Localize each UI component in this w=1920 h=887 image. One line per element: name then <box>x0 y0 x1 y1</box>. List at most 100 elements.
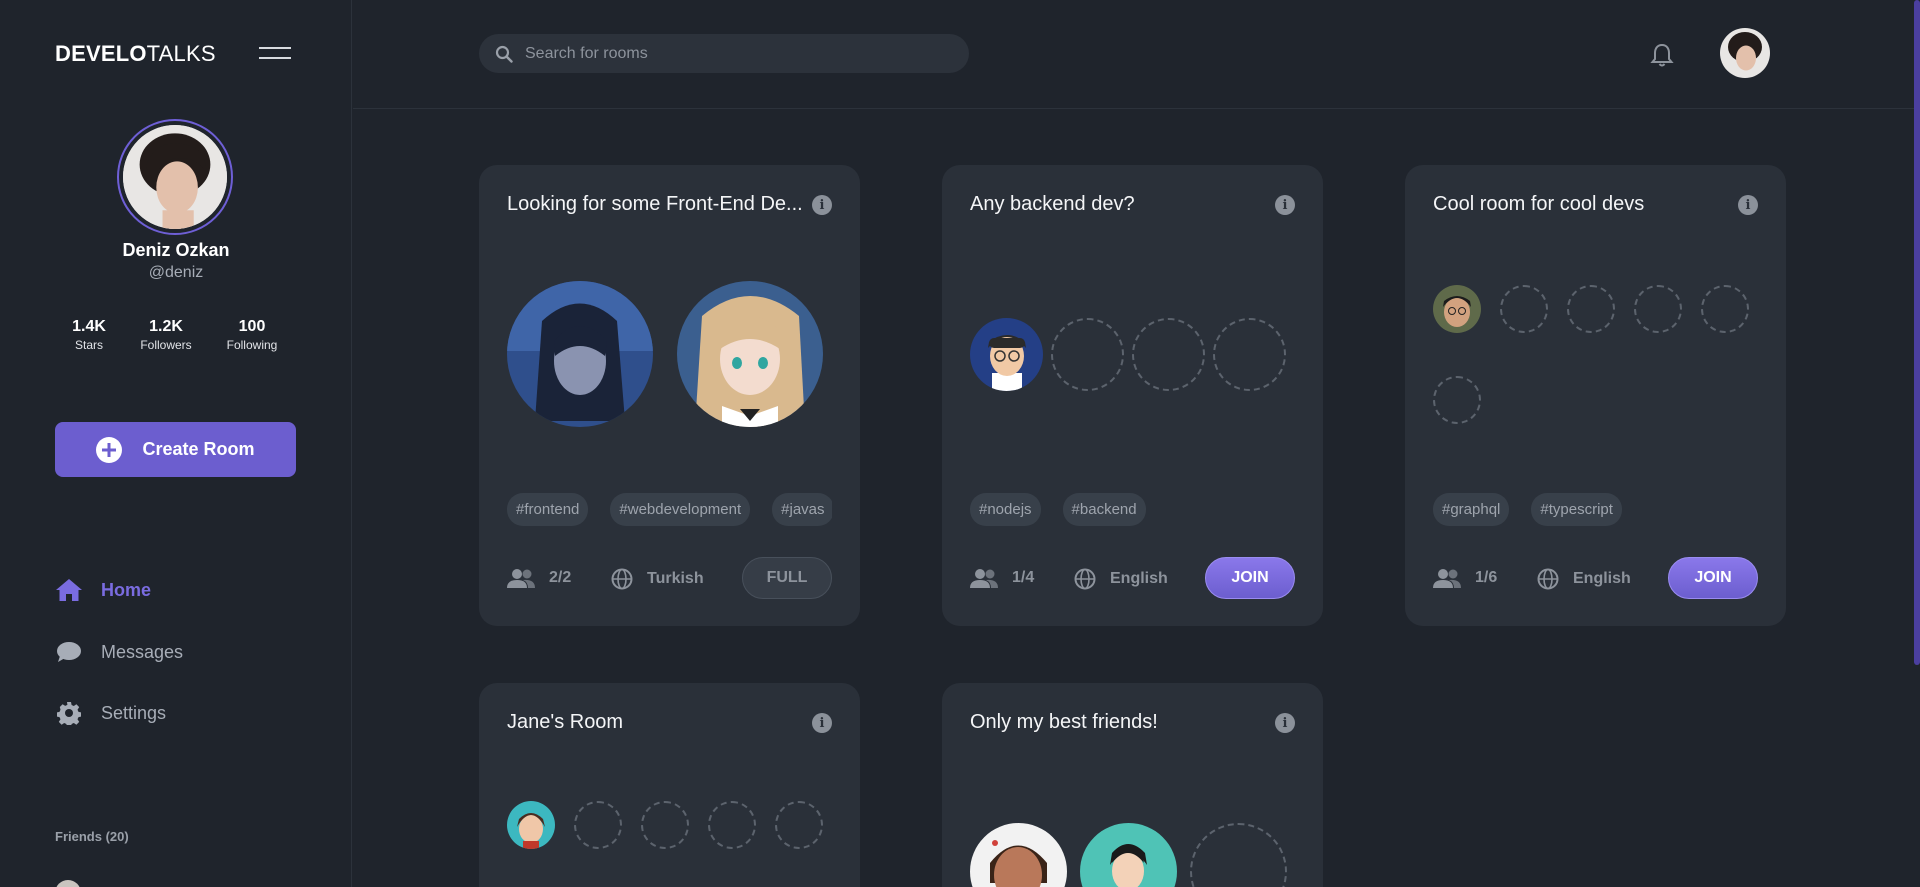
nav-item-settings[interactable]: Settings <box>55 700 166 726</box>
profile-handle: @deniz <box>148 264 204 281</box>
globe-icon <box>1537 568 1559 590</box>
member-photo <box>970 823 1067 887</box>
profile-name: Deniz Ozkan <box>122 240 230 260</box>
room-full-button[interactable]: FULL <box>742 557 832 599</box>
count-text: 2/2 <box>549 569 572 586</box>
empty-seat <box>1213 318 1286 391</box>
user-photo <box>1720 28 1770 78</box>
room-footer: 1/6 English JOIN <box>1433 557 1758 599</box>
create-room-button[interactable]: Create Room <box>55 422 296 477</box>
join-room-button[interactable]: JOIN <box>1668 557 1758 599</box>
member-avatar[interactable] <box>1080 823 1177 887</box>
member-avatar[interactable] <box>970 318 1043 391</box>
tag-chip[interactable]: #frontend <box>507 493 589 526</box>
room-title: Cool room for cool devs <box>1433 193 1645 215</box>
room-language: English <box>1537 568 1631 590</box>
hamburger-menu-icon[interactable] <box>259 47 293 61</box>
profile-avatar[interactable] <box>117 119 233 235</box>
member-photo <box>1433 285 1481 333</box>
friends-section-label: Friends (20) <box>55 829 129 844</box>
users-icon <box>970 569 998 588</box>
stat-following[interactable]: 100 Following <box>212 318 292 352</box>
count-text: 1/4 <box>1012 569 1035 586</box>
search-icon <box>495 45 513 63</box>
logo-light-text: TALKS <box>146 41 216 66</box>
tag-chip[interactable]: #typescript <box>1531 493 1622 526</box>
logo-bold-text: DEVELO <box>55 41 147 66</box>
stat-followers[interactable]: 1.2K Followers <box>126 318 206 352</box>
room-card[interactable]: Any backend dev? i #nodejs #backend 1/4 … <box>942 165 1323 626</box>
member-avatar[interactable] <box>677 281 823 427</box>
language-text: Turkish <box>647 570 704 587</box>
plus-icon <box>96 436 123 463</box>
nav-label: Settings <box>101 702 167 723</box>
info-icon[interactable]: i <box>1275 195 1295 215</box>
info-icon[interactable]: i <box>1275 713 1295 733</box>
search-bar[interactable] <box>479 34 969 73</box>
nav-label: Messages <box>101 641 184 662</box>
scrollbar-thumb[interactable] <box>1914 0 1920 665</box>
member-avatar[interactable] <box>507 801 555 849</box>
room-card[interactable]: Looking for some Front-End De... i #fron… <box>479 165 860 626</box>
header-user-avatar[interactable] <box>1720 28 1770 78</box>
tag-chip[interactable]: #javas <box>772 493 832 526</box>
tag-chip[interactable]: #nodejs <box>970 493 1041 526</box>
users-icon <box>1433 569 1461 588</box>
search-input[interactable] <box>525 44 945 63</box>
tag-chip[interactable]: #backend <box>1062 493 1146 526</box>
empty-seat <box>1190 823 1287 887</box>
room-tags: #graphql #typescript <box>1433 493 1758 526</box>
join-room-button[interactable]: JOIN <box>1205 557 1295 599</box>
room-tags: #frontend #webdevelopment #javas <box>507 493 832 526</box>
member-photo <box>507 801 555 849</box>
empty-seat <box>641 801 689 849</box>
nav-item-home[interactable]: Home <box>55 577 151 603</box>
tag-chip[interactable]: #webdevelopment <box>610 493 751 526</box>
member-avatar[interactable] <box>970 823 1067 887</box>
info-icon[interactable]: i <box>1738 195 1758 215</box>
room-language: English <box>1074 568 1168 590</box>
stat-label: Followers <box>140 338 192 352</box>
room-title: Any backend dev? <box>970 193 1135 215</box>
nav-item-messages[interactable]: Messages <box>55 639 183 665</box>
home-icon <box>55 577 83 603</box>
language-text: English <box>1573 570 1631 587</box>
empty-seat <box>1567 285 1615 333</box>
tag-chip[interactable]: #graphql <box>1433 493 1510 526</box>
member-avatar[interactable] <box>1433 285 1481 333</box>
empty-seat <box>574 801 622 849</box>
globe-icon <box>1074 568 1096 590</box>
stat-label: Following <box>226 338 278 352</box>
empty-seat <box>1051 318 1124 391</box>
room-title: Only my best friends! <box>970 711 1158 733</box>
nav-label: Home <box>101 579 152 600</box>
stat-stars[interactable]: 1.4K Stars <box>49 318 129 352</box>
participant-count: 1/4 <box>970 568 1034 588</box>
empty-seat <box>1433 376 1481 424</box>
member-photo <box>1080 823 1177 887</box>
room-footer: 2/2 Turkish FULL <box>507 557 832 599</box>
room-title: Looking for some Front-End De... <box>507 193 803 215</box>
stat-value: 1.2K <box>149 318 183 335</box>
room-footer: 1/4 English JOIN <box>970 557 1295 599</box>
bell-icon[interactable] <box>1648 41 1676 69</box>
member-avatar[interactable] <box>507 281 653 427</box>
room-card[interactable]: Jane's Room i <box>479 683 860 887</box>
info-icon[interactable]: i <box>812 713 832 733</box>
room-card[interactable]: Cool room for cool devs i #graphql #type… <box>1405 165 1786 626</box>
header-divider <box>353 108 1920 109</box>
stat-label: Stars <box>74 338 103 352</box>
empty-seat <box>1634 285 1682 333</box>
users-icon <box>507 569 535 588</box>
info-icon[interactable]: i <box>812 195 832 215</box>
member-photo <box>507 281 653 427</box>
friend-avatar[interactable] <box>55 880 81 887</box>
room-tags: #nodejs #backend <box>970 493 1295 526</box>
chat-bubble-icon <box>55 639 83 665</box>
stat-value: 1.4K <box>72 318 106 335</box>
room-card[interactable]: Only my best friends! i <box>942 683 1323 887</box>
participant-count: 2/2 <box>507 568 571 588</box>
app-logo[interactable]: DEVELOTALKS <box>55 41 216 67</box>
globe-icon <box>611 568 633 590</box>
language-text: English <box>1110 570 1168 587</box>
